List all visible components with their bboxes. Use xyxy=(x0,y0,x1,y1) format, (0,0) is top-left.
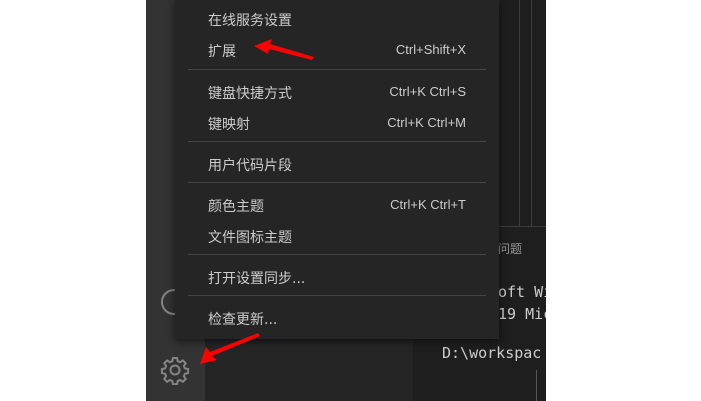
menu-item-shortcut: Ctrl+Shift+X xyxy=(395,42,466,57)
terminal-line: D:\workspac xyxy=(442,344,542,362)
menu-item-label: 键盘快捷方式 xyxy=(208,86,292,102)
terminal-line: oft Wi xyxy=(498,283,546,301)
menu-item-shortcut: Ctrl+K Ctrl+S xyxy=(389,84,466,99)
gear-icon[interactable] xyxy=(160,355,190,385)
menu-item-label: 在线服务设置 xyxy=(208,13,292,29)
editor-divider xyxy=(519,0,520,226)
menu-item-file-icon-theme[interactable]: 文件图标主题 xyxy=(175,221,499,251)
menu-item-online-services-settings[interactable]: 在线服务设置 xyxy=(175,4,499,34)
menu-separator xyxy=(188,69,486,70)
menu-item-label: 扩展 xyxy=(208,44,236,60)
menu-item-keyboard-shortcuts[interactable]: 键盘快捷方式 Ctrl+K Ctrl+S xyxy=(175,77,499,107)
annotation-arrow-icon xyxy=(254,39,314,60)
menu-item-shortcut: Ctrl+K Ctrl+T xyxy=(390,197,466,212)
annotation-arrow-icon xyxy=(200,333,260,364)
menu-separator xyxy=(188,141,486,142)
menu-item-label: 颜色主题 xyxy=(208,199,264,215)
menu-item-check-for-updates[interactable]: 检查更新... xyxy=(175,303,499,333)
tab-problems[interactable]: 问题 xyxy=(498,240,522,257)
menu-item-turn-on-settings-sync[interactable]: 打开设置同步... xyxy=(175,262,499,292)
terminal-scrollbar[interactable] xyxy=(536,370,537,401)
menu-item-label: 打开设置同步... xyxy=(208,271,306,287)
terminal-line: 19 Mic xyxy=(498,305,546,323)
menu-item-label: 文件图标主题 xyxy=(208,230,292,246)
menu-item-user-snippets[interactable]: 用户代码片段 xyxy=(175,149,499,179)
menu-item-label: 键映射 xyxy=(208,117,250,133)
manage-context-menu: 在线服务设置 扩展 Ctrl+Shift+X 键盘快捷方式 Ctrl+K Ctr… xyxy=(175,0,499,339)
menu-item-color-theme[interactable]: 颜色主题 Ctrl+K Ctrl+T xyxy=(175,190,499,220)
menu-separator xyxy=(188,254,486,255)
menu-item-keymaps[interactable]: 键映射 Ctrl+K Ctrl+M xyxy=(175,108,499,138)
menu-item-label: 用户代码片段 xyxy=(208,158,292,174)
menu-separator xyxy=(188,182,486,183)
menu-item-extensions[interactable]: 扩展 Ctrl+Shift+X xyxy=(175,35,499,65)
menu-item-label: 检查更新... xyxy=(208,312,278,328)
menu-separator xyxy=(188,295,486,296)
menu-item-shortcut: Ctrl+K Ctrl+M xyxy=(387,115,466,130)
editor-divider xyxy=(531,0,532,226)
